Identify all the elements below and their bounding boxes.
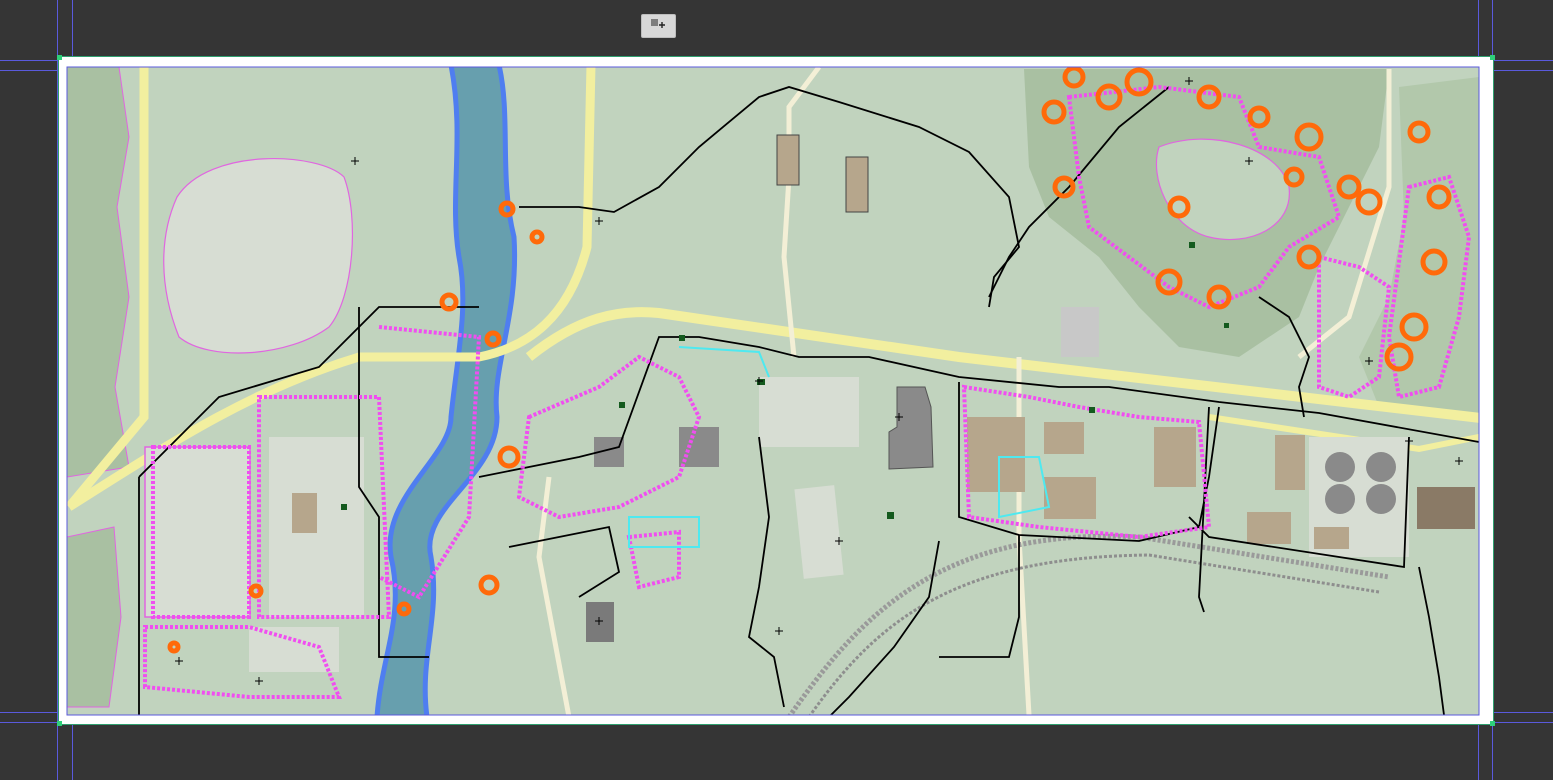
building	[292, 493, 317, 533]
parking-lot	[144, 446, 251, 618]
selection-tool-icon	[648, 17, 670, 36]
building	[1275, 435, 1305, 490]
building	[586, 602, 614, 642]
guide-line-left[interactable]	[57, 0, 58, 780]
resize-handle-top-left[interactable]	[57, 55, 62, 60]
building	[1247, 512, 1291, 544]
resize-handle-top-right[interactable]	[1490, 55, 1495, 60]
map-canvas[interactable]	[59, 57, 1493, 724]
resize-handle-bottom-right[interactable]	[1490, 721, 1495, 726]
building	[776, 134, 800, 186]
west-pond	[163, 158, 354, 354]
building	[1154, 427, 1196, 487]
building	[845, 156, 869, 213]
resize-handle-bottom-left[interactable]	[57, 721, 62, 726]
building	[1044, 422, 1084, 454]
woodland-southwest	[67, 526, 122, 708]
building	[1314, 527, 1349, 549]
artboard[interactable]	[57, 55, 1495, 726]
paved-area-plaza	[759, 377, 859, 447]
woodland-west	[67, 67, 130, 478]
building	[1044, 477, 1096, 519]
building	[1417, 487, 1475, 529]
building	[967, 417, 1025, 492]
selection-tool-chip[interactable]	[641, 14, 676, 38]
building	[1061, 307, 1099, 357]
